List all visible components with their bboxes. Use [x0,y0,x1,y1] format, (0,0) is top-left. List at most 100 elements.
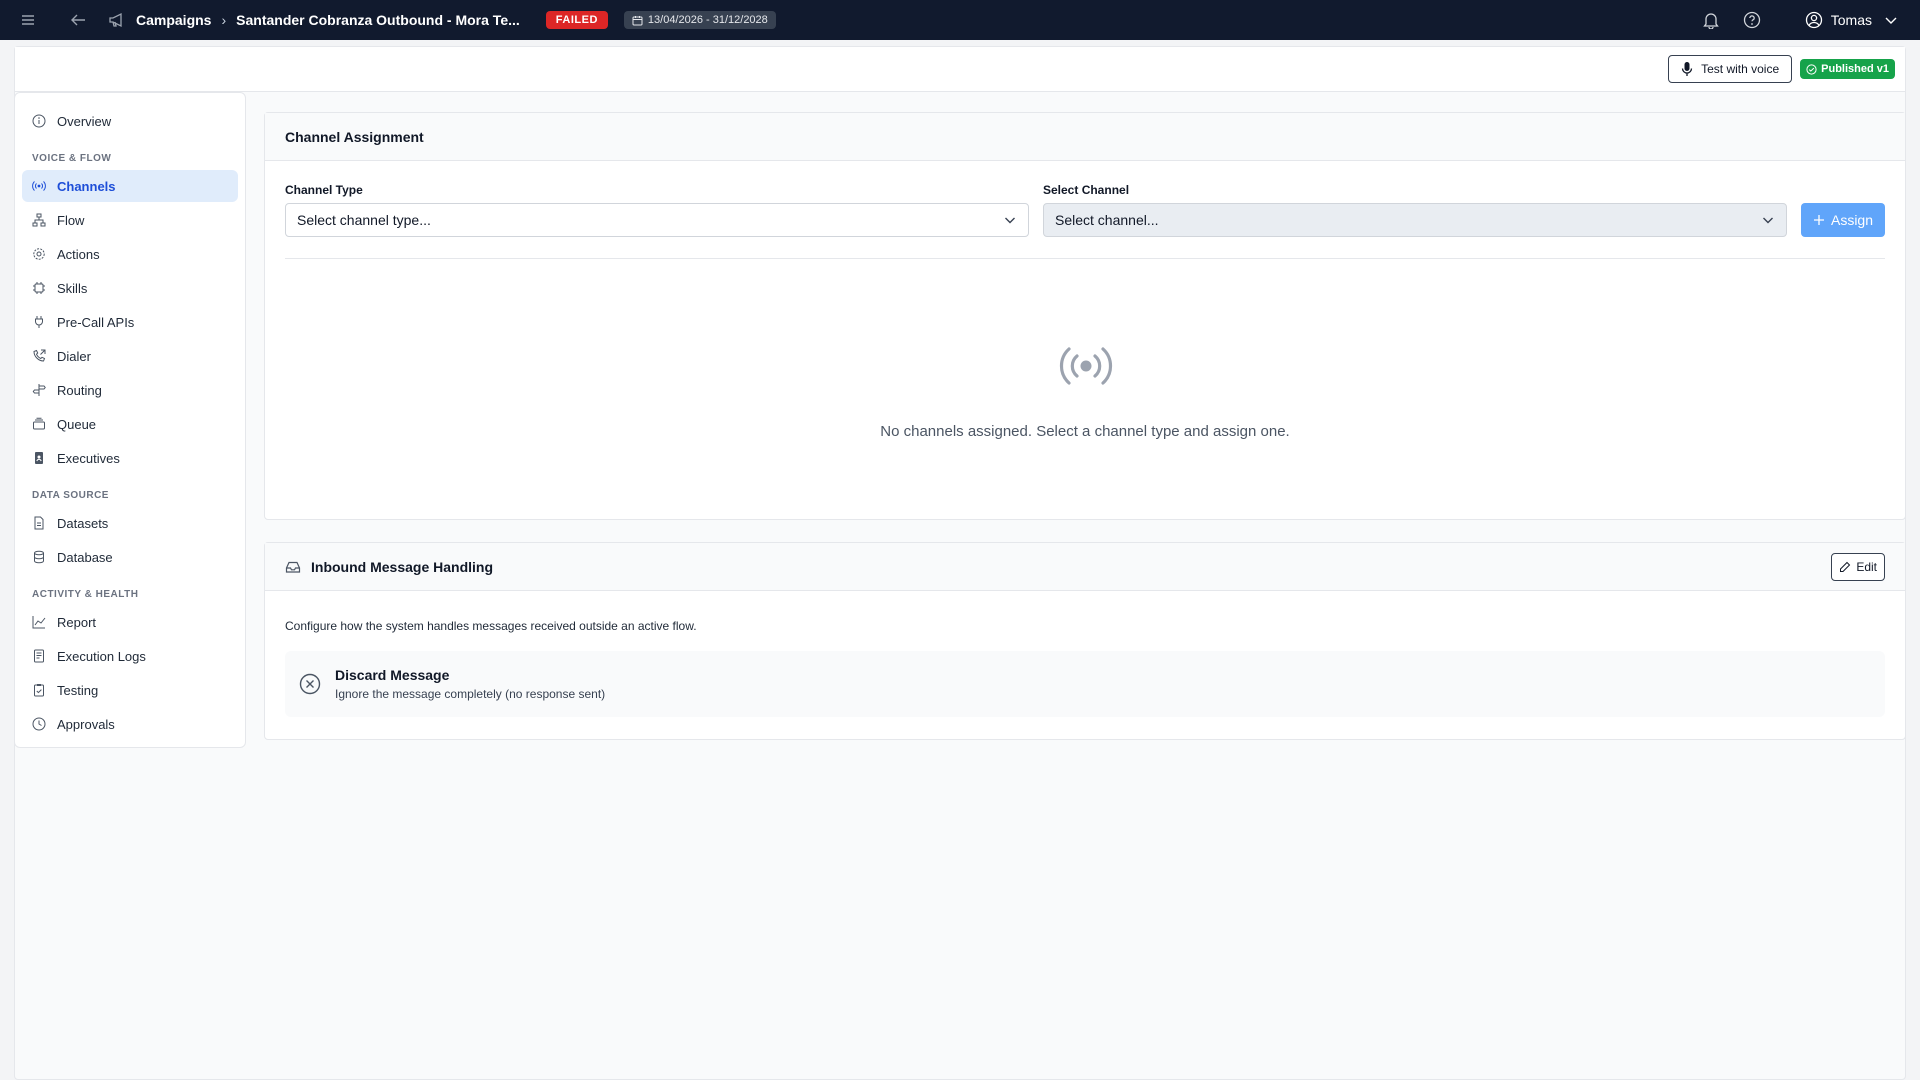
campaign-name: Santander Cobranza Outbound - Mora Te... [236,12,520,28]
x-circle-icon [299,673,321,695]
breadcrumb-separator: › [221,12,227,28]
sidebar-item-channels[interactable]: Channels [22,170,238,202]
sidebar-item-label: Queue [57,416,97,432]
flow-icon [32,213,46,227]
clock-icon [32,717,46,731]
chip-icon [32,281,46,295]
megaphone-icon [108,12,126,28]
sidebar-item-dialer[interactable]: Dialer [22,340,238,372]
phone-outgoing-icon [32,349,46,363]
sidebar-item-label: Skills [57,280,88,296]
channel-assignment-card: Channel Assignment Channel Type Select c… [264,112,1906,520]
plug-icon [32,315,46,329]
sidebar-item-executives[interactable]: Executives [22,442,238,474]
sidebar-item-queue[interactable]: Queue [22,408,238,440]
microphone-icon [1681,61,1693,77]
plus-icon [1813,214,1825,226]
inbound-message-header: Inbound Message Handling Edit [265,543,1905,591]
sidebar-item-label: Overview [57,113,112,129]
sidebar-section-voice-flow: VOICE & FLOW [32,153,112,164]
inbound-message-card: Inbound Message Handling Edit Configure … [264,542,1906,740]
sidebar-item-actions[interactable]: Actions [22,238,238,270]
sidebar-item-label: Actions [57,246,100,262]
inbox-stack-icon [32,417,46,431]
document-icon [32,516,46,530]
bell-icon[interactable] [1702,11,1721,29]
chevron-down-icon [1003,213,1017,227]
user-avatar-icon [1805,11,1823,29]
date-range-badge: 13/04/2026 - 31/12/2028 [623,11,776,29]
sidebar-item-label: Pre-Call APIs [57,314,135,330]
sidebar-item-routing[interactable]: Routing [22,374,238,406]
assign-label: Assign [1830,212,1874,228]
sidebar-item-flow[interactable]: Flow [22,204,238,236]
breadcrumb: Campaigns › Santander Cobranza Outbound … [108,12,520,28]
select-channel-select[interactable]: Select channel... [1043,203,1787,237]
sidebar-item-label: Execution Logs [57,648,146,664]
option-title: Discard Message [335,667,450,683]
help-icon[interactable] [1743,11,1761,29]
info-icon [32,114,46,128]
log-file-icon [32,649,46,663]
signpost-icon [32,383,46,397]
sidebar: Overview VOICE & FLOW Channels Flow Acti… [14,92,246,748]
sidebar-item-datasets[interactable]: Datasets [22,507,238,539]
clipboard-check-icon [32,683,46,697]
database-icon [32,550,46,564]
channel-type-label: Channel Type [285,183,363,197]
broadcast-icon [1056,341,1116,391]
sidebar-section-data-source: DATA SOURCE [32,490,109,501]
channel-assignment-header: Channel Assignment [265,113,1905,161]
sidebar-item-report[interactable]: Report [22,606,238,638]
date-range-text: 13/04/2026 - 31/12/2028 [647,14,768,26]
id-badge-icon [32,451,46,465]
channel-type-select[interactable]: Select channel type... [285,203,1029,237]
inbox-icon [285,559,301,575]
divider [285,258,1885,259]
sidebar-item-skills[interactable]: Skills [22,272,238,304]
edit-button[interactable]: Edit [1831,552,1885,581]
sidebar-item-label: Approvals [57,716,115,732]
option-description: Ignore the message completely (no respon… [335,687,606,701]
sidebar-item-label: Executives [57,450,120,466]
sidebar-item-label: Testing [57,682,99,698]
sidebar-item-label: Dialer [57,348,91,364]
sidebar-item-database[interactable]: Database [22,541,238,573]
gear-icon [32,247,46,261]
broadcast-icon [32,179,46,193]
top-bar: Campaigns › Santander Cobranza Outbound … [0,0,1920,40]
select-channel-label: Select Channel [1043,183,1130,197]
sidebar-item-label: Channels [57,178,116,194]
breadcrumb-campaigns-link[interactable]: Campaigns [136,12,211,28]
status-badge: FAILED [545,11,608,29]
sidebar-item-label: Flow [57,212,85,228]
user-menu[interactable]: Tomas [1805,11,1898,29]
test-with-voice-label: Test with voice [1701,62,1780,76]
pencil-icon [1839,561,1851,573]
sidebar-item-label: Report [57,614,97,630]
chevron-down-icon [1884,15,1898,25]
sidebar-item-testing[interactable]: Testing [22,674,238,706]
inbound-description: Configure how the system handles message… [285,619,697,633]
sidebar-section-activity-health: ACTIVITY & HEALTH [32,589,139,600]
sidebar-item-execution-logs[interactable]: Execution Logs [22,640,238,672]
published-label: Published v1 [1821,63,1889,75]
user-name: Tomas [1830,12,1872,28]
select-channel-value: Select channel... [1055,212,1159,228]
sidebar-item-approvals[interactable]: Approvals [22,708,238,740]
assign-button[interactable]: Assign [1801,203,1885,237]
sidebar-item-pre-call-apis[interactable]: Pre-Call APIs [22,306,238,338]
calendar-icon [632,15,643,26]
line-chart-icon [32,615,46,629]
empty-state-message: No channels assigned. Select a channel t… [880,423,1290,440]
back-arrow-icon[interactable] [70,11,88,29]
chevron-down-icon [1761,213,1775,227]
test-with-voice-button[interactable]: Test with voice [1668,55,1793,83]
sidebar-item-label: Database [57,549,113,565]
edit-label: Edit [1856,559,1877,574]
sidebar-item-overview[interactable]: Overview [22,105,238,137]
channel-type-value: Select channel type... [297,212,431,228]
inbound-message-title: Inbound Message Handling [311,558,494,575]
menu-icon[interactable] [20,12,36,28]
channel-assignment-title: Channel Assignment [285,128,424,145]
